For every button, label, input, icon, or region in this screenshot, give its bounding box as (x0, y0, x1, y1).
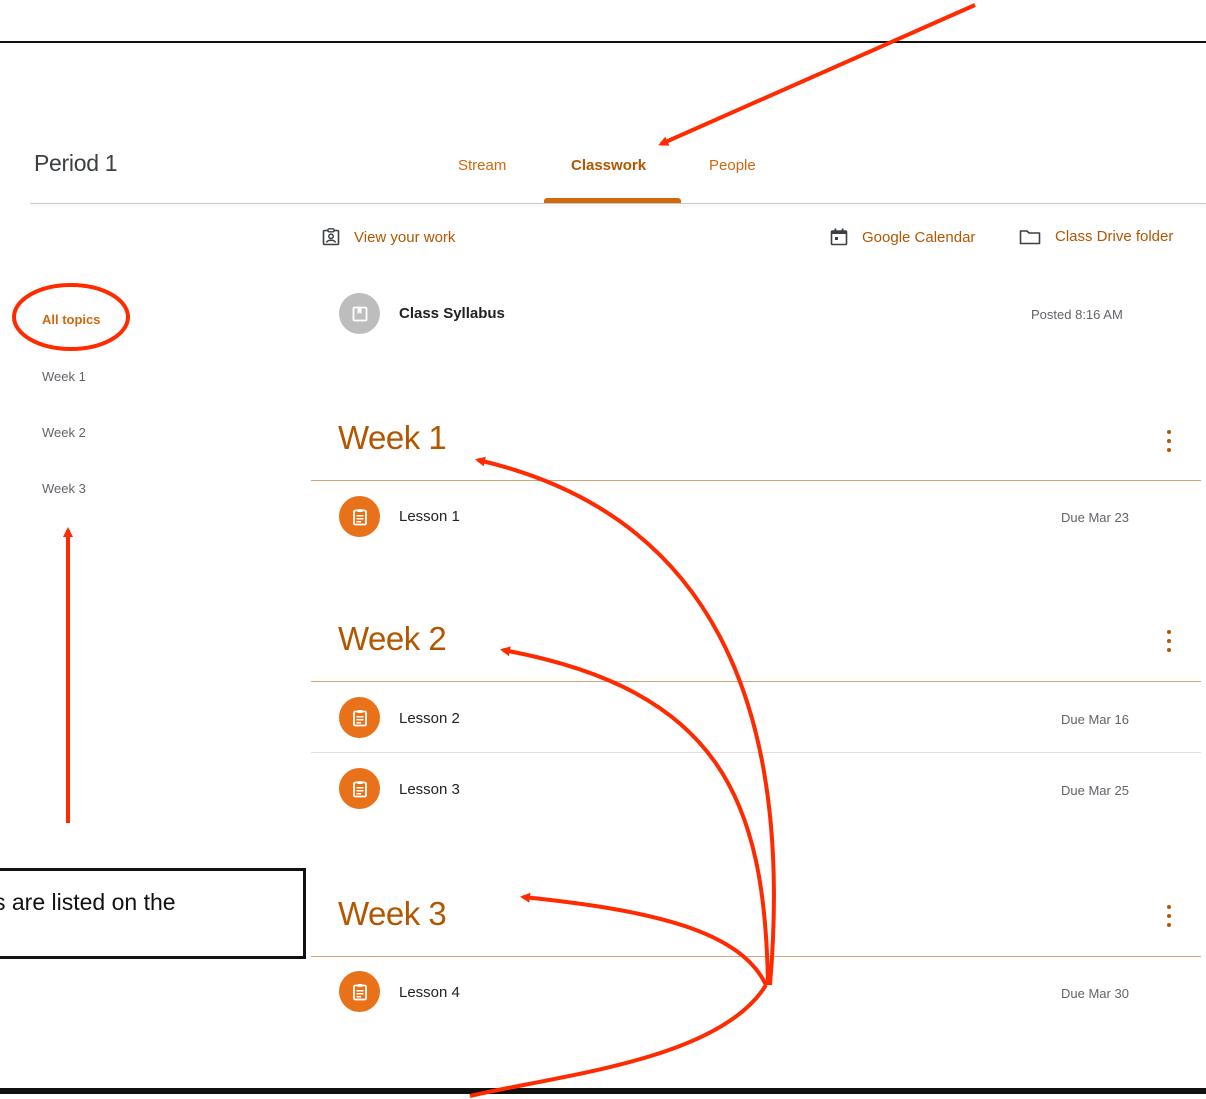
topic-title-week-2: Week 2 (338, 620, 447, 657)
material-posted-time: Posted 8:16 AM (1031, 307, 1123, 322)
topic-more-options-icon[interactable] (1164, 630, 1174, 652)
sidebar-item-week-3[interactable]: Week 3 (42, 481, 86, 496)
assignment-title[interactable]: Lesson 1 (399, 508, 460, 525)
assignment-icon (339, 768, 380, 809)
assignment-icon (339, 971, 380, 1012)
assignment-due-date: Due Mar 23 (1061, 510, 1129, 525)
assignment-due-date: Due Mar 16 (1061, 712, 1129, 727)
annotation-callout-text: s are listed on the (0, 889, 176, 915)
annotation-arrow-week-3 (520, 892, 768, 986)
assignment-title[interactable]: Lesson 2 (399, 710, 460, 727)
material-title[interactable]: Class Syllabus (399, 305, 505, 322)
folder-icon (1019, 229, 1041, 244)
annotation-arrow-week-1 (475, 456, 776, 986)
top-border (0, 41, 1206, 43)
assignment-icon (339, 697, 380, 738)
topic-divider (311, 480, 1201, 481)
sidebar-item-week-1[interactable]: Week 1 (42, 369, 86, 384)
row-divider (311, 752, 1201, 753)
topic-divider (311, 956, 1201, 957)
google-calendar-link[interactable]: Google Calendar (830, 228, 975, 246)
assignment-ind-icon (322, 228, 340, 246)
material-icon (339, 293, 380, 334)
annotation-arrow-tail (469, 983, 768, 1098)
topic-more-options-icon[interactable] (1164, 430, 1174, 452)
calendar-icon (830, 228, 848, 246)
assignment-title[interactable]: Lesson 4 (399, 984, 460, 1001)
header-divider (30, 203, 1206, 204)
class-title: Period 1 (34, 150, 118, 176)
assignment-title[interactable]: Lesson 3 (399, 781, 460, 798)
sidebar-item-all-topics[interactable]: All topics (42, 312, 101, 327)
annotation-callout-box: s are listed on the (0, 868, 306, 959)
bottom-border (0, 1088, 1206, 1094)
assignment-icon (339, 496, 380, 537)
assignment-due-date: Due Mar 25 (1061, 783, 1129, 798)
assignment-due-date: Due Mar 30 (1061, 986, 1129, 1001)
view-your-work-link[interactable]: View your work (322, 228, 455, 246)
sidebar-item-week-2[interactable]: Week 2 (42, 425, 86, 440)
annotation-arrow-classwork (658, 3, 976, 146)
tab-people[interactable]: People (709, 157, 756, 174)
topic-divider (311, 681, 1201, 682)
topic-title-week-1: Week 1 (338, 419, 447, 456)
view-your-work-label: View your work (354, 228, 456, 246)
class-drive-folder-label: Class Drive folder (1055, 228, 1174, 245)
tab-classwork[interactable]: Classwork (571, 157, 646, 174)
topic-title-week-3: Week 3 (338, 895, 447, 932)
class-drive-folder-link[interactable]: Class Drive folder (1019, 228, 1173, 245)
google-calendar-label: Google Calendar (862, 228, 976, 246)
tab-stream[interactable]: Stream (458, 157, 506, 174)
topic-more-options-icon[interactable] (1164, 905, 1174, 927)
annotation-arrow-week-2 (500, 646, 770, 986)
